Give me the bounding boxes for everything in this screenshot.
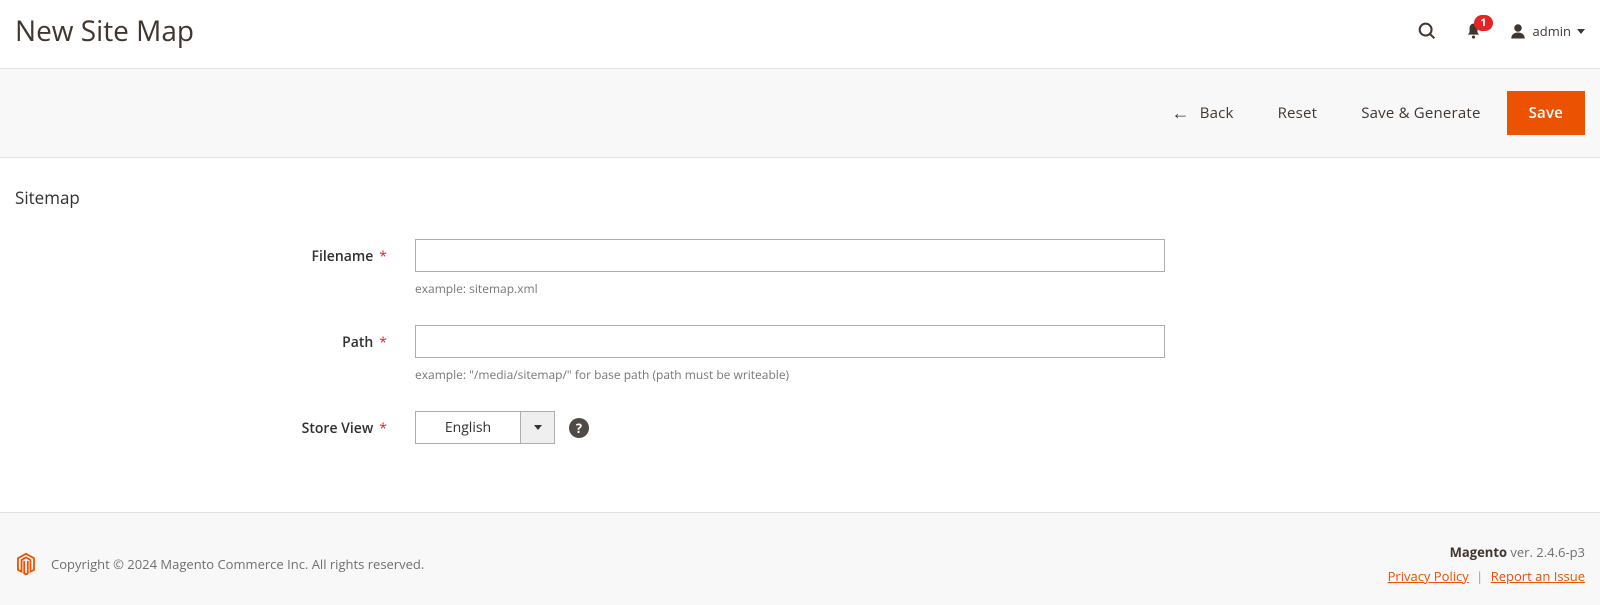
copyright-text: Copyright © 2024 Magento Commerce Inc. A… (51, 555, 424, 573)
action-bar: ← Back Reset Save & Generate Save (0, 68, 1600, 158)
store-view-select[interactable]: English (415, 411, 555, 444)
store-view-label: Store View* (15, 411, 415, 438)
filename-label: Filename* (15, 239, 415, 266)
search-icon[interactable] (1416, 20, 1438, 42)
store-view-toggle[interactable] (520, 412, 554, 443)
sitemap-section: Sitemap Filename* example: sitemap.xml P… (0, 158, 1600, 512)
magento-logo-icon (15, 552, 37, 577)
path-input[interactable] (415, 325, 1165, 358)
page-header: New Site Map 1 (0, 0, 1600, 68)
page-title: New Site Map (15, 12, 194, 50)
store-view-value: English (416, 412, 520, 443)
report-issue-link[interactable]: Report an Issue (1491, 567, 1585, 585)
filename-note: example: sitemap.xml (415, 280, 1165, 297)
user-icon (1509, 22, 1527, 40)
arrow-left-icon: ← (1171, 104, 1189, 122)
filename-row: Filename* example: sitemap.xml (15, 239, 1585, 297)
required-mark: * (379, 333, 387, 352)
path-note: example: "/media/sitemap/" for base path… (415, 366, 1165, 383)
chevron-down-icon (1577, 29, 1585, 34)
save-button[interactable]: Save (1507, 91, 1585, 135)
filename-input[interactable] (415, 239, 1165, 272)
save-generate-button[interactable]: Save & Generate (1343, 93, 1498, 133)
reset-button[interactable]: Reset (1260, 93, 1336, 133)
back-button[interactable]: ← Back (1153, 93, 1251, 133)
notifications-button[interactable]: 1 (1464, 21, 1483, 42)
section-title: Sitemap (15, 186, 1585, 209)
privacy-policy-link[interactable]: Privacy Policy (1388, 567, 1469, 585)
store-view-row: Store View* English ? (15, 411, 1585, 444)
user-name: admin (1533, 22, 1571, 40)
notifications-badge: 1 (1474, 15, 1492, 31)
footer-brand: Magento (1450, 543, 1507, 561)
user-menu[interactable]: admin (1509, 22, 1585, 40)
header-actions: 1 admin (1416, 20, 1585, 42)
path-row: Path* example: "/media/sitemap/" for bas… (15, 325, 1585, 383)
path-label: Path* (15, 325, 415, 352)
help-icon[interactable]: ? (569, 418, 589, 438)
required-mark: * (379, 247, 387, 266)
footer: Copyright © 2024 Magento Commerce Inc. A… (0, 512, 1600, 605)
chevron-down-icon (534, 425, 542, 430)
back-label: Back (1200, 103, 1234, 123)
required-mark: * (379, 419, 387, 438)
footer-version: ver. 2.4.6-p3 (1507, 543, 1585, 561)
